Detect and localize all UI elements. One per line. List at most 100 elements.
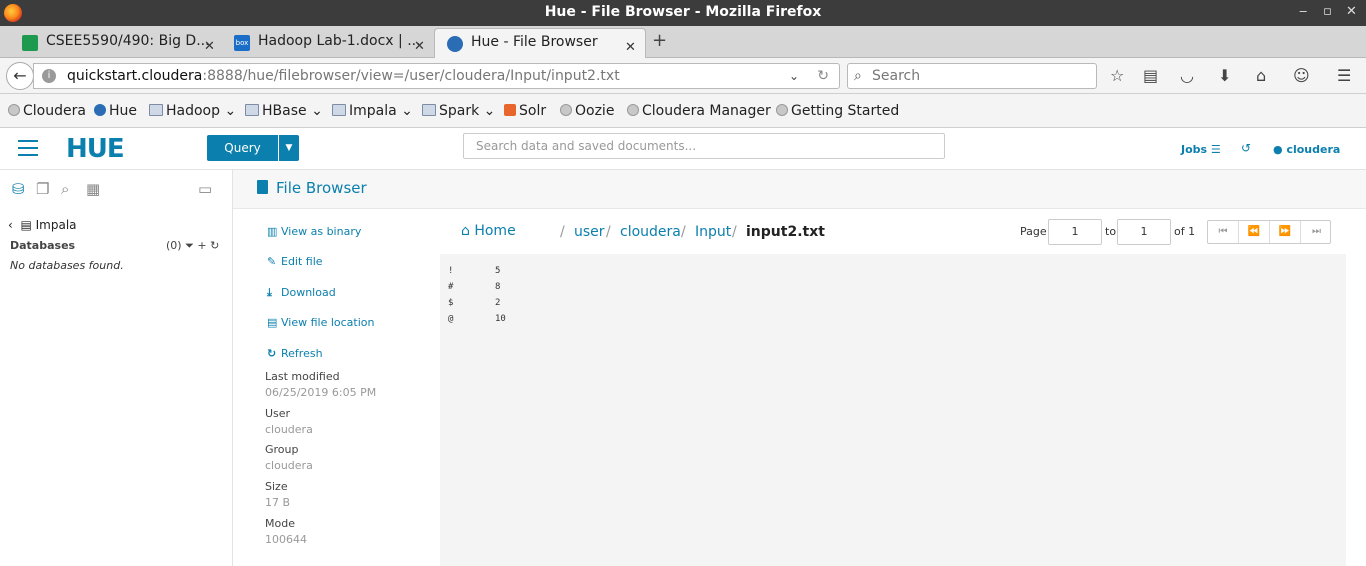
query-dropdown-button[interactable]: ▼ xyxy=(279,135,299,161)
url-bar[interactable]: i quickstart.cloudera:8888/hue/filebrows… xyxy=(33,63,840,89)
edit-file-link[interactable]: ✎ Edit file xyxy=(267,255,323,268)
view-file-location-link[interactable]: ▤ View file location xyxy=(267,316,375,329)
window-titlebar: Hue - File Browser - Mozilla Firefox ‒ ▫… xyxy=(0,0,1366,26)
minimize-icon[interactable]: ‒ xyxy=(1299,4,1307,19)
breadcrumb-separator: / xyxy=(732,224,737,240)
tab-csee[interactable]: CSEE5590/490: Big D... ✕ xyxy=(10,28,224,58)
tab-strip: CSEE5590/490: Big D... ✕ box Hadoop Lab-… xyxy=(0,26,1366,58)
tab-hadoop-lab[interactable]: box Hadoop Lab-1.docx | ... ✕ xyxy=(222,28,434,58)
bookmark-oozie[interactable]: Oozie xyxy=(560,103,614,119)
add-icon[interactable]: + xyxy=(197,239,206,252)
home-icon: ⌂ xyxy=(461,223,470,239)
solr-icon xyxy=(504,104,516,116)
jobs-button[interactable]: Jobs ☰ xyxy=(1181,143,1221,156)
breadcrumb-input[interactable]: Input xyxy=(695,224,731,240)
refresh-link[interactable]: ↻ Refresh xyxy=(267,347,323,360)
size-label: Size xyxy=(265,480,288,493)
breadcrumb-cloudera[interactable]: cloudera xyxy=(620,224,681,240)
bookmark-star-icon[interactable]: ☆ xyxy=(1110,66,1124,85)
first-page-button[interactable]: ⏮ xyxy=(1208,221,1239,243)
chat-icon[interactable]: ☺ xyxy=(1293,66,1310,85)
reader-view-icon[interactable]: ▤ xyxy=(1143,66,1158,85)
bookmark-cloudera-manager[interactable]: Cloudera Manager xyxy=(627,103,771,119)
last-modified-value: 06/25/2019 6:05 PM xyxy=(265,386,377,399)
file-icon: ▤ xyxy=(267,316,278,329)
reload-icon[interactable]: ↻ xyxy=(817,64,829,88)
database-icon[interactable]: ⛁ xyxy=(12,180,25,198)
filter-icon[interactable]: ⏷ xyxy=(185,239,194,252)
bookmarks-bar: Cloudera Hue Hadoop ⌄ HBase ⌄ Impala ⌄ S… xyxy=(0,94,1366,128)
globe-icon xyxy=(627,104,639,116)
bookmark-spark[interactable]: Spark ⌄ xyxy=(422,103,495,119)
previous-page-button[interactable]: ⏪ xyxy=(1239,221,1270,243)
file-content: ! 5 #8 $2 @10 xyxy=(440,254,1346,566)
close-tab-icon[interactable]: ✕ xyxy=(414,34,425,58)
globe-icon xyxy=(8,104,20,116)
maximize-icon[interactable]: ▫ xyxy=(1323,4,1332,19)
folder-icon[interactable]: ▭ xyxy=(198,180,212,198)
bookmark-hadoop[interactable]: Hadoop ⌄ xyxy=(149,103,236,119)
history-icon[interactable]: ↺ xyxy=(1241,141,1251,155)
bookmark-getting-started[interactable]: Getting Started xyxy=(776,103,899,119)
back-button[interactable]: ← xyxy=(6,62,34,90)
refresh-icon: ↻ xyxy=(267,347,277,360)
folder-icon xyxy=(245,104,259,116)
user-menu[interactable]: ● cloudera xyxy=(1273,143,1340,156)
page-to-input[interactable]: 1 xyxy=(1117,219,1171,245)
globe-icon xyxy=(776,104,788,116)
chevron-down-icon[interactable]: ⌄ xyxy=(789,64,799,88)
documents-icon[interactable]: ❐ xyxy=(36,180,49,198)
tab-hue-file-browser[interactable]: Hue - File Browser ✕ xyxy=(434,28,646,58)
close-tab-icon[interactable]: ✕ xyxy=(204,34,215,58)
group-value: cloudera xyxy=(265,459,313,472)
next-page-button[interactable]: ⏩ xyxy=(1270,221,1301,243)
page-input[interactable]: 1 xyxy=(1048,219,1102,245)
breadcrumb: ⌂ Home / user / cloudera / Input / input… xyxy=(440,214,1346,252)
box-icon: box xyxy=(234,35,250,51)
close-icon[interactable]: ✕ xyxy=(1346,4,1357,19)
site-info-icon[interactable]: i xyxy=(42,69,56,83)
refresh-icon[interactable]: ↻ xyxy=(210,239,219,252)
folder-icon xyxy=(422,104,436,116)
file-browser-header: File Browser xyxy=(233,170,1366,209)
bookmark-hbase[interactable]: HBase ⌄ xyxy=(245,103,323,119)
back-to-impala[interactable]: ‹ ▤ Impala xyxy=(8,218,77,232)
breadcrumb-home[interactable]: ⌂ Home xyxy=(461,223,516,239)
hue-search-input[interactable]: Search data and saved documents... xyxy=(463,133,945,159)
close-tab-icon[interactable]: ✕ xyxy=(625,35,636,58)
binary-icon: ▥ xyxy=(267,225,278,238)
breadcrumb-separator: / xyxy=(681,224,686,240)
bookmark-impala[interactable]: Impala ⌄ xyxy=(332,103,413,119)
view-as-binary-link[interactable]: ▥ View as binary xyxy=(267,225,361,238)
breadcrumb-user[interactable]: user xyxy=(574,224,605,240)
tab-label: Hue - File Browser xyxy=(471,34,598,50)
user-value: cloudera xyxy=(265,423,313,436)
page-title: File Browser xyxy=(276,179,367,197)
query-button[interactable]: Query xyxy=(207,135,278,161)
new-tab-button[interactable]: + xyxy=(652,30,667,51)
pocket-icon[interactable]: ◡ xyxy=(1180,66,1194,85)
bookmark-solr[interactable]: Solr xyxy=(504,103,546,119)
pagination-buttons: ⏮ ⏪ ⏩ ⏭ xyxy=(1207,220,1331,244)
to-label: to xyxy=(1105,225,1117,238)
bookmark-hue[interactable]: Hue xyxy=(94,103,137,119)
download-icon[interactable]: ⬇ xyxy=(1218,66,1231,85)
menu-icon[interactable]: ☰ xyxy=(1337,66,1351,85)
hamburger-menu-icon[interactable] xyxy=(18,140,38,161)
search-input[interactable]: ⌕ Search xyxy=(847,63,1097,89)
download-link[interactable]: ⤓ Download xyxy=(267,286,336,300)
last-page-button[interactable]: ⏭ xyxy=(1301,221,1332,243)
chevron-left-icon: ‹ xyxy=(8,218,13,232)
hue-logo[interactable]: HUE xyxy=(66,134,125,164)
window-title: Hue - File Browser - Mozilla Firefox xyxy=(544,4,822,20)
databases-heading: Databases xyxy=(10,239,76,252)
file-icon xyxy=(257,180,268,194)
bookmark-cloudera[interactable]: Cloudera xyxy=(8,103,86,119)
left-assist-panel: ⛁ ❐ ⌕ ▦ ▭ ‹ ▤ Impala Databases (0) ⏷ + ↻… xyxy=(0,170,233,566)
home-icon[interactable]: ⌂ xyxy=(1256,66,1266,85)
size-value: 17 B xyxy=(265,496,291,509)
search-icon[interactable]: ⌕ xyxy=(61,180,69,198)
breadcrumb-current: input2.txt xyxy=(746,224,825,240)
navigation-bar: ← i quickstart.cloudera:8888/hue/filebro… xyxy=(0,58,1366,94)
grid-icon[interactable]: ▦ xyxy=(86,180,100,198)
